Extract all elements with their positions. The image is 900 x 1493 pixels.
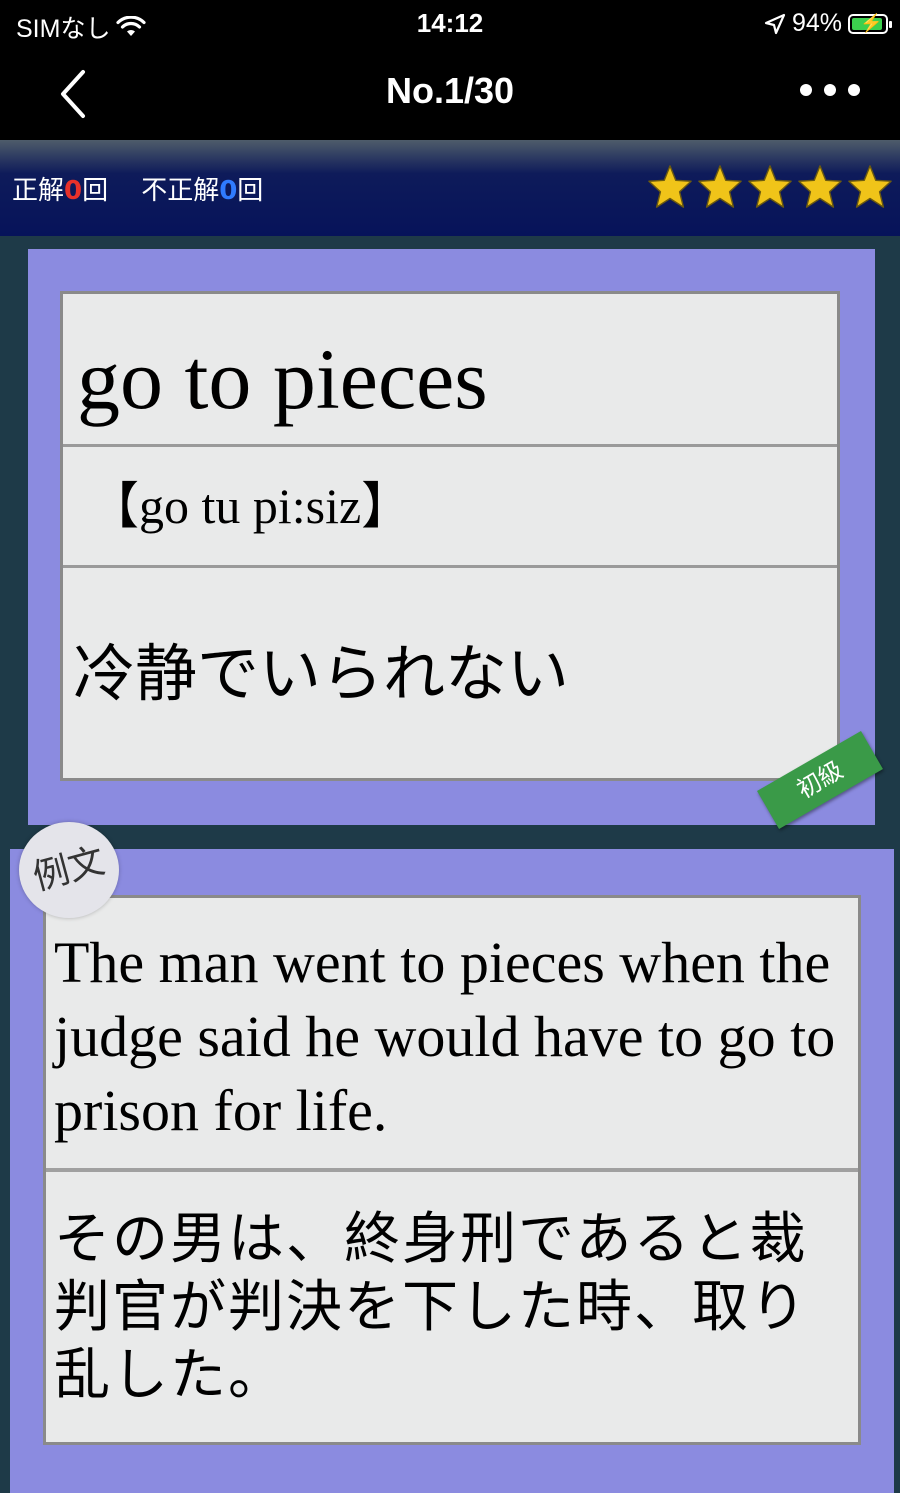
score-summary: 正解0回 不正解0回: [12, 170, 263, 207]
phrase: go to pieces: [63, 294, 837, 447]
battery-charging-icon: ⚡: [848, 13, 892, 34]
star-icon[interactable]: [646, 164, 694, 210]
battery-percent: 94%: [791, 9, 842, 37]
incorrect-label: 不正解: [141, 176, 220, 206]
star-icon[interactable]: [846, 164, 894, 210]
example-english: The man went to pieces when the judge sa…: [46, 898, 858, 1172]
example-japanese: その男は、終身刑であると裁判官が判決を下した時、取り乱した。: [54, 1207, 808, 1408]
location-arrow-icon: [764, 13, 786, 34]
star-icon[interactable]: [696, 164, 744, 210]
example-card[interactable]: The man went to pieces when the judge sa…: [10, 849, 894, 1493]
star-icon[interactable]: [796, 164, 844, 210]
incorrect-suffix: 回: [237, 176, 264, 206]
correct-suffix: 回: [82, 176, 109, 206]
meaning: 冷静でいられない: [73, 637, 570, 710]
status-right: 94% ⚡: [764, 9, 892, 38]
page-title: No.1/30: [385, 70, 515, 111]
more-dots-icon: [800, 84, 812, 96]
example-card-inner: The man went to pieces when the judge sa…: [43, 895, 861, 1445]
correct-count: 0: [64, 176, 83, 206]
score-bar: 正解0回 不正解0回: [0, 140, 900, 236]
star-icon[interactable]: [746, 164, 794, 210]
nav-bar: No.1/30: [0, 48, 900, 140]
example-badge: 例文: [19, 822, 119, 918]
more-button[interactable]: [800, 84, 860, 96]
star-rating[interactable]: [646, 164, 894, 210]
pronunciation: 【go tu pi:siz】: [63, 447, 837, 568]
status-bar: SIMなし 14:12 94% ⚡: [0, 0, 900, 48]
incorrect-count: 0: [219, 176, 238, 206]
word-card-inner: go to pieces 【go tu pi:siz】 冷静でいられない: [60, 291, 840, 781]
word-card[interactable]: go to pieces 【go tu pi:siz】 冷静でいられない: [28, 249, 875, 825]
correct-label: 正解: [12, 176, 65, 206]
